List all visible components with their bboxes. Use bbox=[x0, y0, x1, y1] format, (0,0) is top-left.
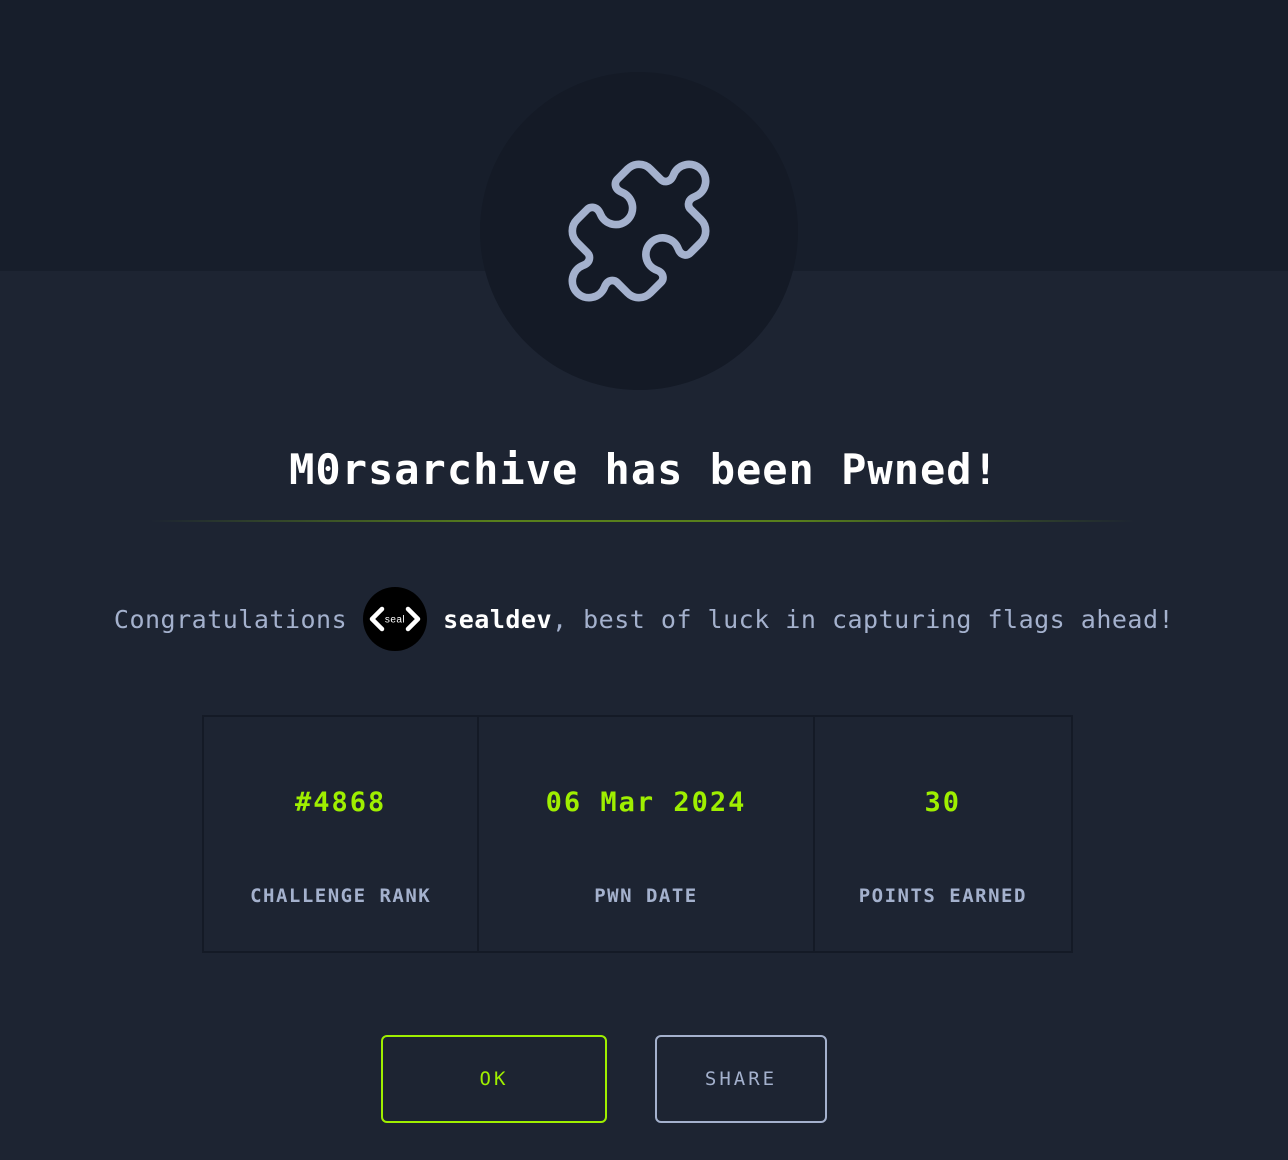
congratulations-message: Congratulations seal sealdev , best of l… bbox=[0, 586, 1288, 652]
stat-label: POINTS EARNED bbox=[858, 885, 1027, 907]
stat-value: #4868 bbox=[295, 787, 387, 818]
puzzle-piece-icon bbox=[568, 160, 710, 302]
username[interactable]: sealdev bbox=[443, 605, 552, 634]
stat-challenge-rank: #4868 CHALLENGE RANK bbox=[204, 717, 477, 951]
stat-pwn-date: 06 Mar 2024 PWN DATE bbox=[477, 717, 812, 951]
stat-value: 30 bbox=[924, 787, 962, 818]
stat-value: 06 Mar 2024 bbox=[545, 787, 747, 818]
share-button[interactable]: SHARE bbox=[655, 1035, 827, 1123]
title-divider bbox=[150, 520, 1135, 522]
stats-panel: #4868 CHALLENGE RANK 06 Mar 2024 PWN DAT… bbox=[202, 715, 1073, 953]
stat-label: CHALLENGE RANK bbox=[250, 885, 432, 907]
congrats-prefix: Congratulations bbox=[113, 604, 348, 634]
pwned-modal: M0rsarchive has been Pwned! Congratulati… bbox=[0, 0, 1288, 1160]
page-title: M0rsarchive has been Pwned! bbox=[289, 445, 999, 494]
seal-logo-icon: seal bbox=[369, 606, 421, 632]
icon-badge bbox=[480, 72, 798, 390]
ok-button[interactable]: OK bbox=[381, 1035, 607, 1123]
congrats-suffix: , best of luck in capturing flags ahead! bbox=[552, 604, 1175, 634]
stat-label: PWN DATE bbox=[594, 885, 698, 907]
stat-points-earned: 30 POINTS EARNED bbox=[812, 717, 1071, 951]
avatar-text: seal bbox=[385, 615, 405, 626]
avatar[interactable]: seal bbox=[363, 587, 428, 651]
